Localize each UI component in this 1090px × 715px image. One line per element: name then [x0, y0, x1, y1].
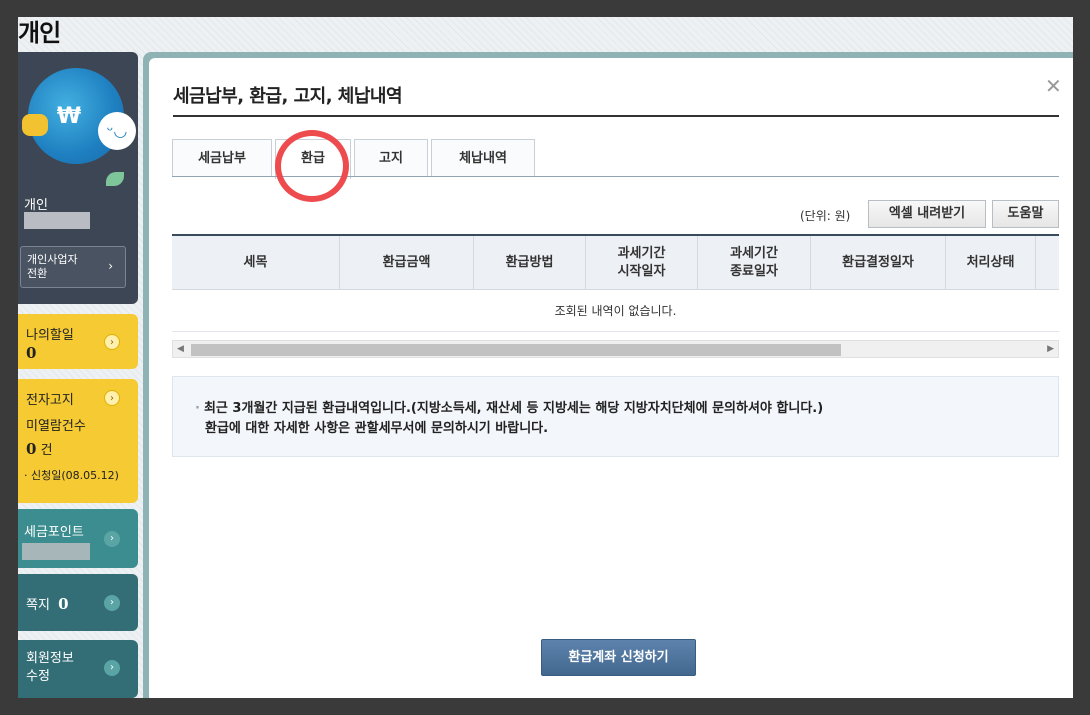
sidebar-card-notice[interactable]: 전자고지 › 미열람건수 0 건 · 신청일(08.05.12) — [18, 379, 138, 503]
refund-dialog: 세금납부, 환급, 고지, 체납내역 ✕ 세금납부 환급 고지 체납내역 (단위… — [149, 58, 1073, 698]
notice-count-wrap: 0 건 — [26, 439, 53, 458]
unit-label: (단위: 원) — [800, 209, 851, 223]
info-box: · 최근 3개월간 지급된 환급내역입니다.(지방소득세, 재산세 등 지방세는 … — [172, 376, 1059, 457]
profile-panel: ₩ ᵕ◡ 개인 개인사업자 전환 › — [18, 52, 138, 304]
todo-count: 0 — [26, 344, 37, 362]
excel-download-button[interactable]: 엑셀 내려받기 — [868, 200, 986, 228]
close-icon[interactable]: ✕ — [1045, 74, 1062, 98]
screen: 개인 ₩ ᵕ◡ 개인 개인사업자 전환 › 나의할일 0 › 전자고지 › 미열… — [18, 17, 1073, 698]
profile-name-masked — [24, 212, 90, 229]
notice-sub-label: 미열람건수 — [26, 419, 86, 434]
column-header: 세목 — [172, 236, 340, 290]
sidebar: ₩ ᵕ◡ 개인 개인사업자 전환 › 나의할일 0 › 전자고지 › 미열람건수… — [18, 52, 138, 698]
column-header: 과세기간 시작일자 — [586, 236, 698, 290]
messages-wrap: 쪽지 0 — [26, 594, 69, 613]
member-label-1: 회원정보 — [26, 651, 74, 666]
notice-unit: 건 — [40, 443, 53, 458]
page-title: 개인 — [18, 19, 61, 47]
refund-account-apply-button[interactable]: 환급계좌 신청하기 — [541, 639, 696, 676]
column-header-overflow — [1036, 236, 1059, 290]
won-icon: ₩ — [56, 104, 82, 129]
messages-label: 쪽지 — [26, 598, 50, 613]
column-header: 처리상태 — [946, 236, 1036, 290]
chevron-right-icon: › — [108, 259, 113, 273]
points-label: 세금포인트 — [24, 525, 84, 540]
bullet-icon: · — [195, 401, 200, 416]
points-value-masked — [22, 543, 90, 560]
empty-message: 조회된 내역이 없습니다. — [172, 290, 1059, 332]
arrow-right-icon: › — [104, 531, 120, 547]
arrow-right-icon: › — [104, 334, 120, 350]
smile-icon: ᵕ◡ — [98, 112, 136, 150]
column-header: 환급방법 — [474, 236, 586, 290]
help-button[interactable]: 도움말 — [992, 200, 1059, 228]
notice-date: · 신청일(08.05.12) — [24, 469, 119, 482]
arrow-right-icon: › — [104, 595, 120, 611]
member-label-2: 수정 — [26, 669, 50, 684]
tab-tax-payment[interactable]: 세금납부 — [172, 139, 272, 177]
avatar: ₩ ᵕ◡ — [22, 68, 136, 164]
dialog-title: 세금납부, 환급, 고지, 체납내역 — [173, 86, 403, 107]
scroll-thumb[interactable] — [191, 344, 841, 356]
horizontal-scrollbar[interactable]: ◀ ▶ — [172, 340, 1059, 358]
leaf-icon — [106, 172, 124, 186]
scroll-right-icon[interactable]: ▶ — [1047, 341, 1054, 357]
tab-notice[interactable]: 고지 — [354, 139, 428, 177]
column-header: 과세기간 종료일자 — [698, 236, 811, 290]
arrow-right-icon: › — [104, 390, 120, 406]
info-line-2: 환급에 대한 자세한 사항은 관할세무서에 문의하시기 바랍니다. — [205, 421, 549, 436]
arrow-right-icon: › — [104, 660, 120, 676]
sidebar-card-todo[interactable]: 나의할일 0 › — [18, 314, 138, 369]
refund-table: 세목 환급금액 환급방법 과세기간 시작일자 과세기간 종료일자 환급결정일자 처리… — [172, 234, 1059, 332]
sidebar-card-messages[interactable]: 쪽지 0 › — [18, 574, 138, 631]
coin-icon — [22, 114, 48, 136]
messages-count: 0 — [58, 595, 69, 613]
title-divider — [173, 115, 1059, 117]
todo-label: 나의할일 — [26, 328, 74, 343]
sidebar-card-points[interactable]: 세금포인트 › — [18, 509, 138, 568]
column-header: 환급결정일자 — [811, 236, 946, 290]
switch-business-button[interactable]: 개인사업자 전환 › — [20, 246, 126, 288]
sidebar-card-member[interactable]: 회원정보 수정 › — [18, 640, 138, 698]
notice-count: 0 — [26, 440, 37, 458]
tab-arrears[interactable]: 체납내역 — [431, 139, 535, 177]
info-line-1: · 최근 3개월간 지급된 환급내역입니다.(지방소득세, 재산세 등 지방세는 … — [195, 401, 824, 416]
scroll-left-icon[interactable]: ◀ — [177, 341, 184, 357]
member-label-wrap: 회원정보 수정 — [26, 650, 74, 686]
table-header: 세목 환급금액 환급방법 과세기간 시작일자 과세기간 종료일자 환급결정일자 처리… — [172, 234, 1059, 290]
notice-label: 전자고지 — [26, 393, 74, 408]
profile-type-label: 개인 — [24, 198, 48, 213]
column-header: 환급금액 — [340, 236, 474, 290]
highlight-circle — [275, 130, 349, 202]
